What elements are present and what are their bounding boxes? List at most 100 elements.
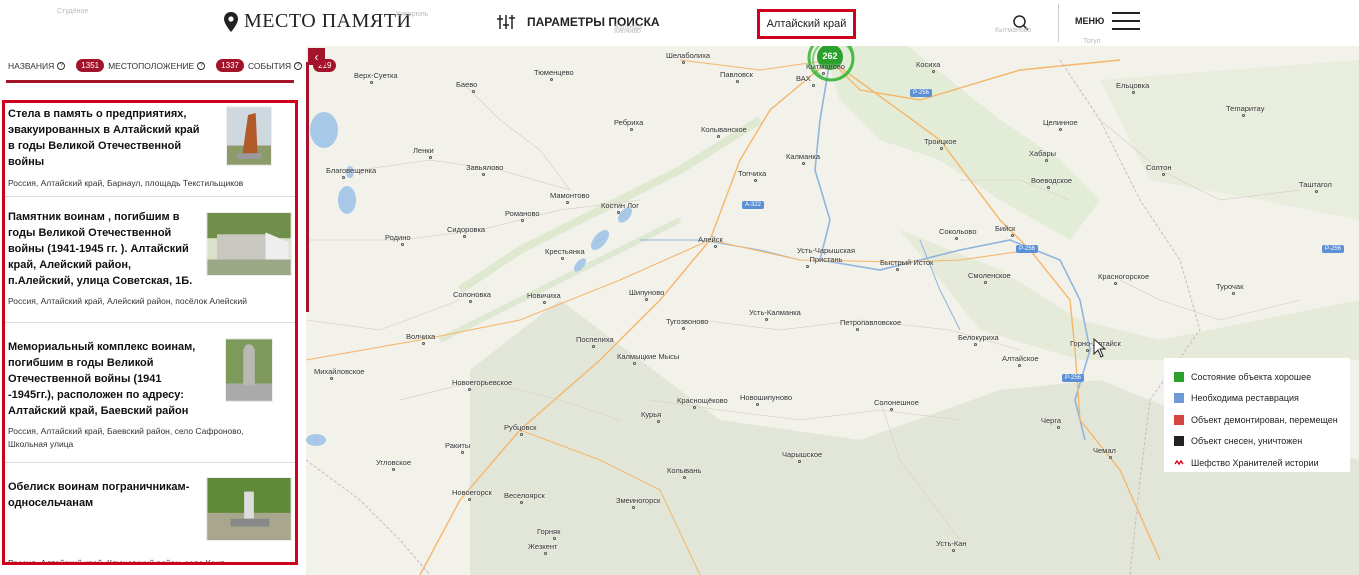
city-marker[interactable]: Хабары [1029, 149, 1056, 162]
map[interactable]: 262 Шелаболиха Кытманово Верх-Суетка Баево Т… [306, 46, 1359, 575]
item-title[interactable]: Обелиск воинам пограничникам-односельчан… [8, 479, 198, 511]
logo[interactable]: МЕСТО ПАМЯТИ [224, 10, 411, 33]
city-marker[interactable]: Краснощёково [677, 396, 728, 409]
city-marker[interactable]: Колыванское [701, 125, 747, 138]
city-marker[interactable]: ВАХ [796, 74, 815, 87]
legend-item-patronage[interactable]: Шефство Хранителей истории [1174, 452, 1340, 474]
city-marker[interactable]: Жезкент [528, 542, 557, 555]
city-marker[interactable]: Солоновка [453, 290, 491, 303]
city-marker[interactable]: Змеиногорск [616, 496, 660, 509]
city-marker[interactable]: Воеводское [1031, 176, 1072, 189]
city-marker[interactable]: Алейск [698, 235, 723, 248]
city-marker[interactable]: Костин Лог [601, 201, 639, 214]
monument-photo[interactable] [226, 106, 272, 166]
city-marker[interactable]: Ельцовка [1116, 81, 1149, 94]
city-marker[interactable]: Шелаболиха [666, 51, 710, 64]
city-marker[interactable]: Тюменцево [534, 68, 574, 81]
monument-photo[interactable] [206, 477, 292, 541]
city-marker[interactable]: Калманка [786, 152, 820, 165]
city-marker[interactable]: Завьялово [466, 163, 503, 176]
list-item[interactable]: Стела в память о предприятиях, эвакуиров… [5, 103, 295, 197]
city-marker[interactable]: Новоегорьевское [452, 378, 512, 391]
city-marker[interactable]: Романово [505, 209, 540, 222]
collapse-sidebar-button[interactable]: ‹ [308, 48, 325, 65]
city-marker[interactable]: Мамонтово [550, 191, 590, 204]
help-icon[interactable]: ? [294, 61, 303, 70]
city-label: Солтон [1146, 163, 1172, 172]
city-marker[interactable]: Ребриха [614, 118, 643, 131]
menu-button[interactable]: МЕНЮ [1075, 12, 1141, 30]
city-marker[interactable]: Усть-Калманка [749, 308, 801, 321]
city-marker[interactable]: Ленки [413, 146, 434, 159]
legend-item-dismantled[interactable]: Объект демонтирован, перемещен [1174, 409, 1340, 431]
city-label: Сокольово [939, 227, 977, 236]
city-marker[interactable]: Крестьянка [545, 247, 585, 260]
city-marker[interactable]: Угловское [376, 458, 411, 471]
city-marker[interactable]: Быстрый Исток [880, 258, 933, 271]
count-badge: 1337 [216, 59, 244, 72]
help-icon[interactable]: ? [57, 61, 66, 70]
city-marker[interactable]: Павловск [720, 70, 753, 83]
city-label: Угловское [376, 458, 411, 467]
item-title[interactable]: Мемориальный комплекс воинам, погибшим в… [8, 339, 198, 419]
item-title[interactable]: Стела в память о предприятиях, эвакуиров… [8, 106, 203, 170]
city-marker[interactable]: Рубцовск [504, 423, 536, 436]
city-marker[interactable]: Усть-Кан [936, 539, 967, 552]
city-marker[interactable]: Смоленское [968, 271, 1011, 284]
city-marker[interactable]: Горняк [537, 527, 560, 540]
city-marker[interactable]: Красногорское [1098, 272, 1149, 285]
city-marker[interactable]: Косиха [916, 60, 940, 73]
help-icon[interactable]: ? [197, 61, 206, 70]
list-item[interactable]: Обелиск воинам пограничникам-односельчан… [5, 463, 295, 562]
city-marker[interactable]: Колывань [667, 466, 701, 479]
legend-item-destroyed[interactable]: Объект снесен, уничтожен [1174, 431, 1340, 453]
city-marker[interactable]: Благовещенка [326, 166, 376, 179]
city-marker[interactable]: Поспелиха [576, 335, 614, 348]
city-marker[interactable]: Алтайское [1002, 354, 1039, 367]
city-marker[interactable]: Волчиха [406, 332, 435, 345]
city-marker[interactable]: Таштагол [1299, 180, 1332, 193]
city-marker[interactable]: Солтон [1146, 163, 1171, 176]
city-marker[interactable]: Новоегорск [452, 488, 492, 501]
city-marker[interactable]: Солонешное [874, 398, 919, 411]
city-label: Волчиха [406, 332, 436, 341]
list-item[interactable]: Мемориальный комплекс воинам, погибшим в… [5, 323, 295, 463]
item-title[interactable]: Памятник воинам , погибшим в годы Велико… [8, 209, 198, 289]
city-marker[interactable]: Теmaритay [1226, 104, 1264, 117]
legend-item-good[interactable]: Состояние объекта хорошее [1174, 366, 1340, 388]
city-marker[interactable]: Сидоровка [447, 225, 485, 238]
city-marker[interactable]: Родино [385, 233, 411, 246]
monument-photo[interactable] [206, 212, 292, 276]
city-marker[interactable]: Черга [1041, 416, 1061, 429]
city-marker[interactable]: Шипуново [629, 288, 664, 301]
city-marker[interactable]: Троицкое [924, 137, 957, 150]
city-marker[interactable]: Усть-Чарышская Пристань [790, 246, 862, 268]
city-marker[interactable]: Курья [641, 410, 661, 423]
city-marker[interactable]: Турочак [1216, 282, 1243, 295]
legend-item-restoration[interactable]: Необходима реставрация [1174, 388, 1340, 410]
tab-location[interactable]: МЕСТОПОЛОЖЕНИЕ ? 1337 [108, 59, 246, 72]
tab-names[interactable]: НАЗВАНИЯ ? 1351 [8, 59, 106, 72]
list-item[interactable]: Памятник воинам , погибшим в годы Велико… [5, 197, 295, 323]
city-marker[interactable]: Чемал [1093, 446, 1116, 459]
sidebar-scrollbar[interactable] [306, 62, 309, 312]
city-marker[interactable]: Михайловское [314, 367, 364, 380]
city-marker[interactable]: Сокольово [939, 227, 977, 240]
city-marker[interactable]: Белокуриха [958, 333, 999, 346]
city-marker[interactable]: Верх-Суетка [354, 71, 398, 84]
city-marker[interactable]: Калмыцкие Мысы [617, 352, 679, 365]
city-marker[interactable]: Чарышское [782, 450, 822, 463]
city-marker[interactable]: Ракиты [445, 441, 470, 454]
city-marker[interactable]: Топчиха [738, 169, 766, 182]
city-dot [521, 219, 524, 222]
city-marker[interactable]: Новичиха [527, 291, 561, 304]
city-marker[interactable]: Тугозвоново [666, 317, 708, 330]
city-marker[interactable]: Бийск [995, 224, 1015, 237]
city-marker[interactable]: Новошипуново [740, 393, 792, 406]
city-marker[interactable]: Баево [456, 80, 477, 93]
monument-photo[interactable] [225, 338, 273, 402]
city-marker[interactable]: Петропавловское [840, 318, 901, 331]
region-selector[interactable]: Алтайский край [757, 9, 856, 39]
city-marker[interactable]: Веселоярск [504, 491, 545, 504]
city-marker[interactable]: Целинное [1043, 118, 1078, 131]
